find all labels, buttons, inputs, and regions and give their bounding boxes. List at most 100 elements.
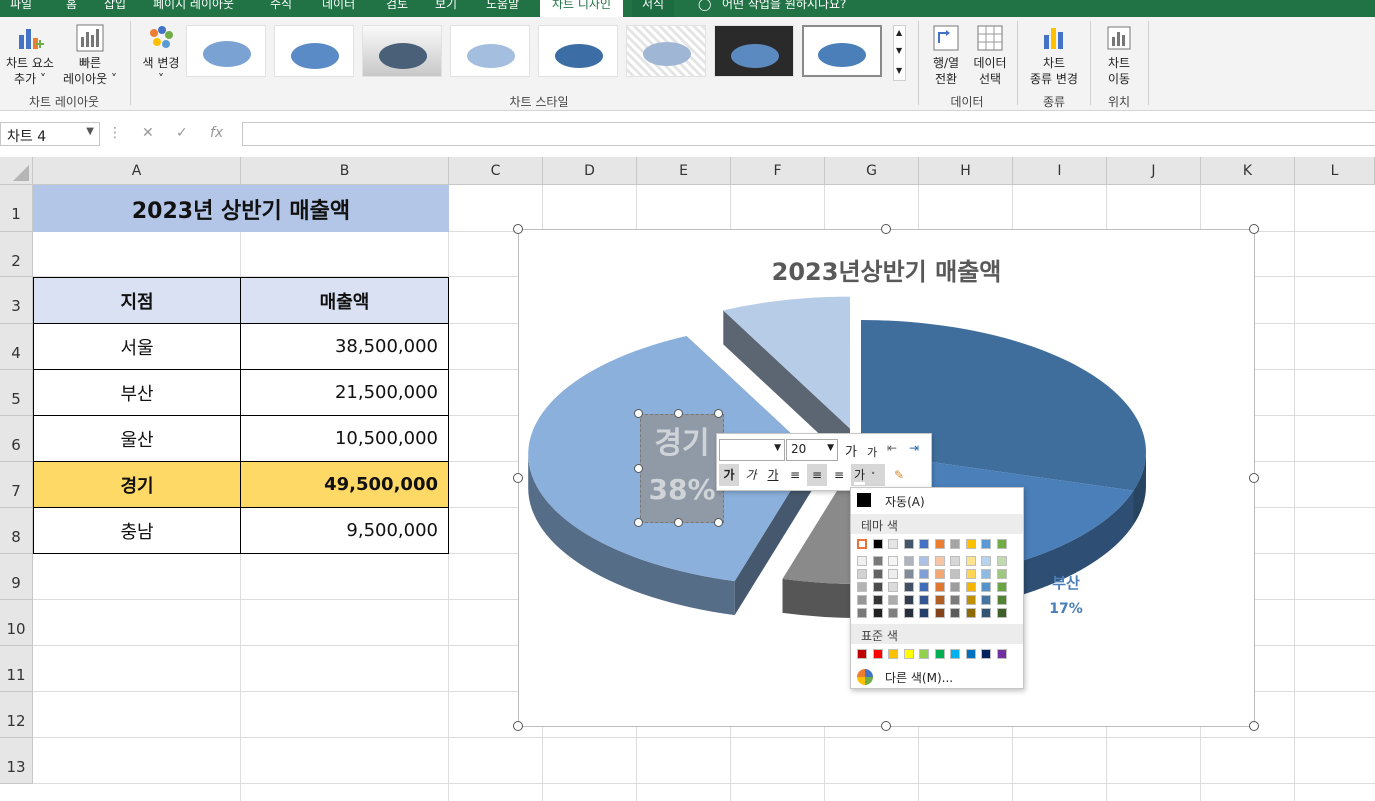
function-icon[interactable]: fx [210, 125, 223, 141]
theme-color-swatch[interactable] [857, 539, 867, 549]
label-resize-handle[interactable] [634, 464, 643, 473]
branch-cell[interactable]: 울산 [33, 416, 241, 462]
theme-shade-swatch[interactable] [965, 569, 976, 579]
theme-shade-swatch[interactable] [888, 556, 898, 566]
row-header[interactable]: 12 [0, 692, 33, 738]
theme-shade-swatch[interactable] [996, 595, 1007, 605]
theme-shade-swatch[interactable] [934, 582, 945, 592]
standard-color-swatch[interactable] [950, 649, 960, 659]
column-header[interactable]: F [731, 157, 825, 185]
resize-handle[interactable] [513, 473, 523, 483]
theme-color-swatch[interactable] [934, 539, 945, 549]
tab-페이지 레이아웃[interactable]: 페이지 레이아웃 [153, 0, 234, 17]
theme-shade-swatch[interactable] [888, 608, 898, 618]
theme-shade-swatch[interactable] [919, 595, 929, 605]
resize-handle[interactable] [513, 721, 523, 731]
label-resize-handle[interactable] [634, 518, 643, 527]
font-color-button[interactable]: 가 ˅ [851, 464, 885, 486]
chart-style-3[interactable] [362, 25, 442, 77]
chart-style-1[interactable] [186, 25, 266, 77]
theme-shade-swatch[interactable] [934, 569, 945, 579]
theme-shade-swatch[interactable] [888, 582, 898, 592]
theme-shade-swatch[interactable] [950, 582, 960, 592]
automatic-color-swatch[interactable] [857, 493, 871, 507]
theme-shade-swatch[interactable] [965, 556, 976, 566]
column-header[interactable]: J [1107, 157, 1201, 185]
theme-shade-swatch[interactable] [919, 582, 929, 592]
more-colors-option[interactable]: 다른 색(M)... [885, 669, 953, 686]
data-label-chungnam[interactable]: 충남 7% [805, 322, 839, 374]
theme-color-swatch[interactable] [996, 539, 1007, 549]
name-box[interactable]: 차트 4 ▼ [0, 122, 100, 146]
standard-color-swatch[interactable] [965, 649, 976, 659]
sales-cell[interactable]: 38,500,000 [241, 324, 449, 370]
tab-도움말[interactable]: 도움말 [486, 0, 519, 17]
sales-cell[interactable]: 10,500,000 [241, 416, 449, 462]
resize-handle[interactable] [513, 224, 523, 234]
theme-shade-swatch[interactable] [888, 569, 898, 579]
standard-color-swatch[interactable] [996, 649, 1007, 659]
select-all-corner[interactable] [0, 157, 33, 185]
chart-style-gallery[interactable] [186, 25, 892, 81]
chart-style-4[interactable] [450, 25, 530, 77]
theme-shade-swatch[interactable] [996, 556, 1007, 566]
data-label-gyeonggi-selected[interactable]: 경기 38% [640, 414, 724, 523]
align-left-icon[interactable]: ≡ [785, 464, 805, 486]
title-cell[interactable]: 2023년 상반기 매출액 [33, 185, 449, 232]
theme-shade-swatch[interactable] [996, 608, 1007, 618]
branch-cell[interactable]: 충남 [33, 508, 241, 554]
align-center-icon[interactable]: ≡ [807, 464, 827, 486]
shrink-font-button[interactable]: 가 [867, 444, 877, 460]
tell-me-search[interactable]: 어떤 작업을 원하시나요? [722, 0, 846, 17]
column-header[interactable]: E [637, 157, 731, 185]
theme-shade-swatch[interactable] [888, 595, 898, 605]
branch-cell[interactable]: 부산 [33, 370, 241, 416]
change-colors-button[interactable]: 색 변경 ˅ [136, 23, 186, 87]
chart-style-2[interactable] [274, 25, 354, 77]
confirm-icon[interactable]: ✓ [176, 125, 188, 141]
chart-style-7[interactable] [714, 25, 794, 77]
theme-shade-swatch[interactable] [872, 582, 883, 592]
sales-cell[interactable]: 21,500,000 [241, 370, 449, 416]
header-branch-cell[interactable]: 지점 [33, 277, 241, 324]
increase-indent-icon[interactable]: ⇥ [909, 441, 919, 455]
column-header[interactable]: A [33, 157, 241, 185]
switch-row-column-button[interactable]: 행/열 전환 [922, 23, 970, 87]
theme-shade-swatch[interactable] [857, 556, 867, 566]
theme-shade-swatch[interactable] [872, 608, 883, 618]
decrease-indent-icon[interactable]: ⇤ [887, 441, 897, 455]
row-header[interactable]: 5 [0, 370, 33, 416]
row-header[interactable]: 6 [0, 416, 33, 462]
gallery-more-icon[interactable]: ▼ [896, 66, 902, 75]
theme-color-swatch[interactable] [888, 539, 898, 549]
align-right-icon[interactable]: ≡ [829, 464, 849, 486]
theme-shade-swatch[interactable] [903, 569, 914, 579]
row-header[interactable]: 11 [0, 646, 33, 692]
standard-color-swatch[interactable] [857, 649, 867, 659]
font-size-box[interactable]: 20 ▼ [786, 439, 838, 461]
row-header[interactable]: 2 [0, 232, 33, 277]
theme-shade-swatch[interactable] [934, 608, 945, 618]
theme-shade-swatch[interactable] [996, 569, 1007, 579]
resize-handle[interactable] [1249, 224, 1259, 234]
chart-style-8-selected[interactable] [802, 25, 882, 77]
cancel-icon[interactable]: ✕ [142, 125, 154, 141]
add-chart-element-button[interactable]: 차트 요소 추가 ˅ [2, 23, 58, 87]
theme-shade-swatch[interactable] [981, 608, 991, 618]
theme-shade-swatch[interactable] [872, 556, 883, 566]
theme-shade-swatch[interactable] [981, 595, 991, 605]
italic-button[interactable]: 가 [741, 464, 761, 486]
bold-button[interactable]: 가 [719, 464, 739, 486]
theme-shade-swatch[interactable] [872, 595, 883, 605]
tab-홈[interactable]: 홈 [66, 0, 77, 17]
label-resize-handle[interactable] [674, 409, 683, 418]
label-resize-handle[interactable] [714, 409, 723, 418]
theme-shade-swatch[interactable] [950, 556, 960, 566]
theme-shade-swatch[interactable] [950, 569, 960, 579]
row-header[interactable]: 13 [0, 738, 33, 784]
theme-shade-swatch[interactable] [965, 608, 976, 618]
theme-shade-swatch[interactable] [919, 608, 929, 618]
theme-shade-swatch[interactable] [981, 569, 991, 579]
theme-shade-swatch[interactable] [981, 556, 991, 566]
automatic-color-option[interactable]: 자동(A) [885, 493, 925, 510]
